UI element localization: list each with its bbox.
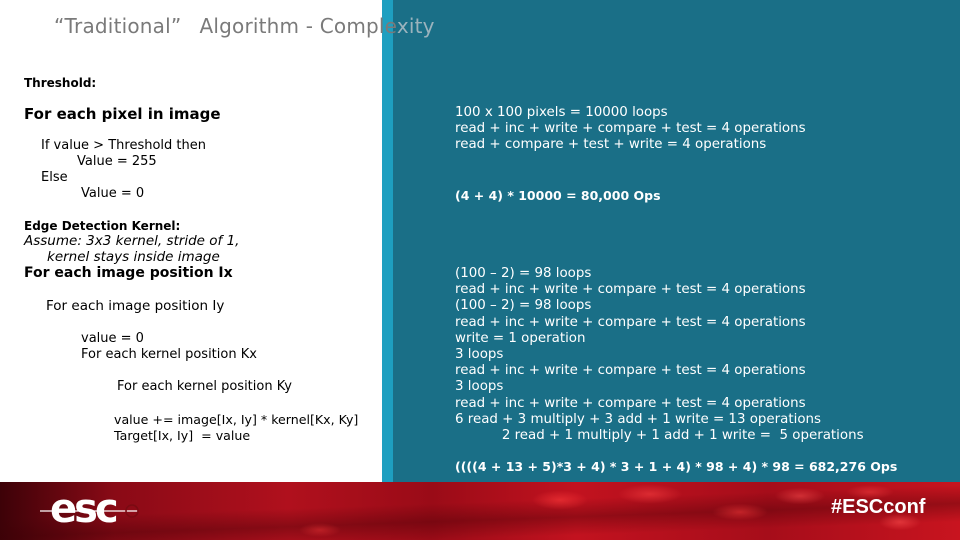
edge-ops-line-4: read + inc + write + compare + test = 4 … <box>455 315 806 330</box>
edge-ops-line-8: 3 loops <box>455 379 504 394</box>
edge-total: ((((4 + 13 + 5)*3 + 4) * 3 + 1 + 4) * 98… <box>455 459 898 474</box>
threshold-heading: Threshold: <box>24 76 97 90</box>
hashtag-label: #ESCconf <box>831 496 926 518</box>
edge-ops-line-1: (100 – 2) = 98 loops <box>455 266 592 281</box>
edge-ops-line-7: read + inc + write + compare + test = 4 … <box>455 363 806 378</box>
threshold-ops-line-2: read + inc + write + compare + test = 4 … <box>455 121 806 136</box>
for-each-kx: For each kernel position Kx <box>81 347 257 362</box>
if-threshold-line: If value > Threshold then <box>41 138 206 153</box>
logo-text: esc <box>50 488 117 530</box>
value-reset-line: value = 0 <box>81 331 144 346</box>
assume-line-2: kernel stays inside image <box>47 249 220 265</box>
else-line: Else <box>41 170 68 185</box>
title-main: Algorithm - Comple <box>199 14 397 38</box>
edge-detection-heading: Edge Detection Kernel: <box>24 219 181 233</box>
threshold-ops-line-3: read + compare + test + write = 4 operat… <box>455 137 767 152</box>
for-each-ky: For each kernel position Ky <box>117 379 292 394</box>
value-0-line: Value = 0 <box>81 186 145 201</box>
edge-ops-line-9: read + inc + write + compare + test = 4 … <box>455 396 806 411</box>
edge-ops-line-11: 2 read + 1 multiply + 1 add + 1 write = … <box>455 428 864 443</box>
panel-accent-stripe <box>382 0 393 482</box>
esc-logo: esc <box>40 488 139 530</box>
slide-title: “Traditional” Algorithm - Complexity <box>54 14 435 38</box>
edge-ops-line-6: 3 loops <box>455 347 504 362</box>
title-overlap: xity <box>396 14 435 38</box>
accumulate-line: value += image[Ix, Iy] * kernel[Kx, Ky] <box>114 412 359 427</box>
for-each-iy: For each image position Iy <box>46 298 225 314</box>
threshold-ops-line-1: 100 x 100 pixels = 10000 loops <box>455 105 668 120</box>
threshold-total: (4 + 4) * 10000 = 80,000 Ops <box>455 188 661 203</box>
edge-ops-line-2: read + inc + write + compare + test = 4 … <box>455 282 806 297</box>
title-quoted-word: “Traditional” <box>54 14 182 38</box>
edge-ops-line-3: (100 – 2) = 98 loops <box>455 298 592 313</box>
edge-ops-line-5: write = 1 operation <box>455 331 586 346</box>
value-255-line: Value = 255 <box>77 154 157 169</box>
edge-ops-line-10: 6 read + 3 multiply + 3 add + 1 write = … <box>455 412 821 427</box>
target-assign-line: Target[Ix, Iy] = value <box>114 428 251 443</box>
for-each-pixel: For each pixel in image <box>24 105 221 123</box>
for-each-ix: For each image position Ix <box>24 265 233 281</box>
assume-line-1: Assume: 3x3 kernel, stride of 1, <box>24 233 240 249</box>
